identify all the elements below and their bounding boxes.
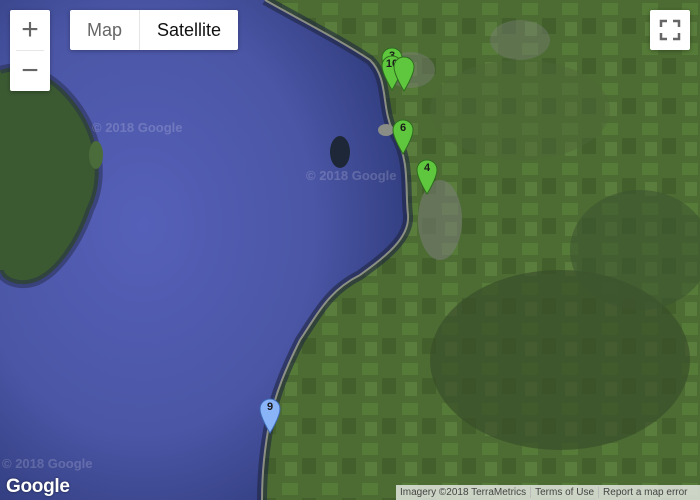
zoom-in-button[interactable]: + <box>10 10 50 50</box>
map-marker-4[interactable]: 4 <box>416 159 438 195</box>
attribution-bar: Imagery ©2018 TerraMetrics Terms of Use … <box>396 485 700 500</box>
map-type-control: Map Satellite <box>70 10 239 50</box>
fullscreen-icon <box>659 19 681 41</box>
marker-label: 9 <box>266 401 274 413</box>
zoom-out-button[interactable]: − <box>10 51 50 91</box>
marker-pin-icon <box>393 56 415 92</box>
satellite-imagery[interactable] <box>0 0 700 500</box>
map-marker-6[interactable]: 6 <box>392 119 414 155</box>
map-type-map-button[interactable]: Map <box>70 10 141 50</box>
fullscreen-button[interactable] <box>650 10 690 50</box>
imagery-credit: Imagery ©2018 TerraMetrics <box>400 487 527 498</box>
terms-of-use-link[interactable]: Terms of Use <box>531 487 598 498</box>
marker-label: 4 <box>423 162 431 174</box>
marker-label: 6 <box>399 122 407 134</box>
google-logo[interactable]: Google <box>6 476 70 498</box>
zoom-control: + − <box>10 10 50 91</box>
map-marker-extra[interactable] <box>393 56 415 92</box>
report-map-error-link[interactable]: Report a map error <box>599 487 691 498</box>
map-type-satellite-button[interactable]: Satellite <box>140 10 238 50</box>
map-view[interactable]: © 2018 Google © 2018 Google © 2018 Googl… <box>0 0 700 500</box>
map-marker-9[interactable]: 9 <box>259 398 281 434</box>
